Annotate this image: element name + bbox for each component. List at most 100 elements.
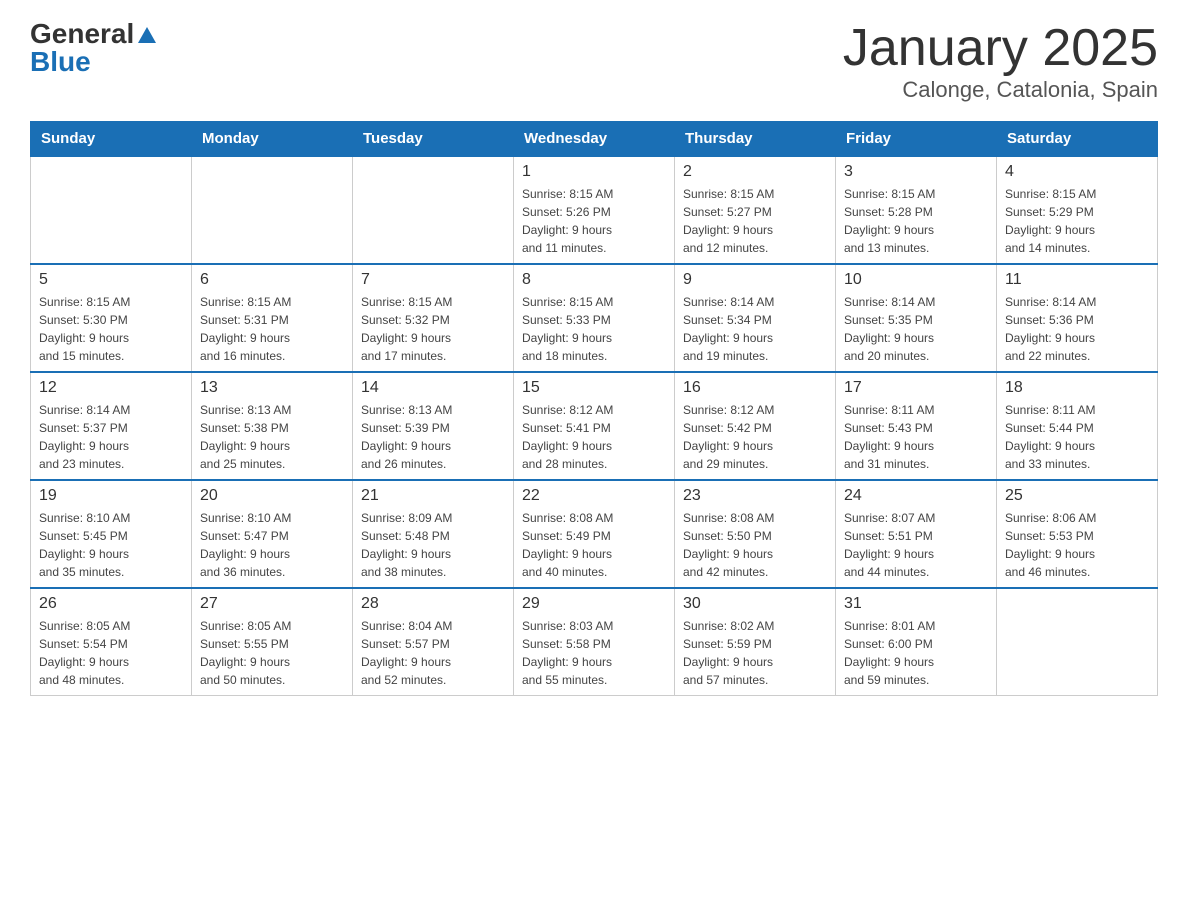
calendar-day-cell: 26 Sunrise: 8:05 AM Sunset: 5:54 PM Dayli… — [31, 588, 192, 696]
day-info: Sunrise: 8:14 AM Sunset: 5:36 PM Dayligh… — [1005, 293, 1149, 365]
day-info: Sunrise: 8:15 AM Sunset: 5:30 PM Dayligh… — [39, 293, 183, 365]
day-info: Sunrise: 8:10 AM Sunset: 5:47 PM Dayligh… — [200, 509, 344, 581]
day-info: Sunrise: 8:15 AM Sunset: 5:31 PM Dayligh… — [200, 293, 344, 365]
calendar-day-header: Sunday — [31, 122, 192, 157]
calendar-day-cell: 1 Sunrise: 8:15 AM Sunset: 5:26 PM Daylig… — [514, 156, 675, 264]
calendar-day-cell: 8 Sunrise: 8:15 AM Sunset: 5:33 PM Daylig… — [514, 264, 675, 372]
calendar-table: SundayMondayTuesdayWednesdayThursdayFrid… — [30, 121, 1158, 696]
calendar-title: January 2025 — [843, 20, 1158, 77]
day-info: Sunrise: 8:10 AM Sunset: 5:45 PM Dayligh… — [39, 509, 183, 581]
calendar-week-row: 12Sunrise: 8:14 AM Sunset: 5:37 PM Dayli… — [31, 372, 1158, 480]
calendar-day-cell: 15Sunrise: 8:12 AM Sunset: 5:41 PM Dayli… — [514, 372, 675, 480]
calendar-day-cell: 24Sunrise: 8:07 AM Sunset: 5:51 PM Dayli… — [836, 480, 997, 588]
day-number: 2 — [683, 163, 827, 181]
logo-blue-text: Blue — [30, 48, 91, 76]
day-info: Sunrise: 8:15 AM Sunset: 5:26 PM Dayligh… — [522, 185, 666, 257]
calendar-week-row: 1 Sunrise: 8:15 AM Sunset: 5:26 PM Daylig… — [31, 156, 1158, 264]
day-number: 6 — [200, 271, 344, 289]
day-number: 26 — [39, 595, 183, 613]
day-info: Sunrise: 8:02 AM Sunset: 5:59 PM Dayligh… — [683, 617, 827, 689]
calendar-day-header: Saturday — [997, 122, 1158, 157]
day-info: Sunrise: 8:11 AM Sunset: 5:43 PM Dayligh… — [844, 401, 988, 473]
day-number: 16 — [683, 379, 827, 397]
day-info: Sunrise: 8:05 AM Sunset: 5:54 PM Dayligh… — [39, 617, 183, 689]
day-number: 9 — [683, 271, 827, 289]
day-number: 12 — [39, 379, 183, 397]
day-number: 22 — [522, 487, 666, 505]
calendar-day-cell: 20 Sunrise: 8:10 AM Sunset: 5:47 PM Dayli… — [192, 480, 353, 588]
calendar-day-cell: 16 Sunrise: 8:12 AM Sunset: 5:42 PM Dayli… — [675, 372, 836, 480]
day-number: 10 — [844, 271, 988, 289]
calendar-week-row: 26 Sunrise: 8:05 AM Sunset: 5:54 PM Dayli… — [31, 588, 1158, 696]
day-info: Sunrise: 8:08 AM Sunset: 5:50 PM Dayligh… — [683, 509, 827, 581]
day-info: Sunrise: 8:15 AM Sunset: 5:27 PM Dayligh… — [683, 185, 827, 257]
day-number: 29 — [522, 595, 666, 613]
calendar-header-row: SundayMondayTuesdayWednesdayThursdayFrid… — [31, 122, 1158, 157]
day-info: Sunrise: 8:09 AM Sunset: 5:48 PM Dayligh… — [361, 509, 505, 581]
calendar-day-cell: 11 Sunrise: 8:14 AM Sunset: 5:36 PM Dayli… — [997, 264, 1158, 372]
calendar-day-header: Thursday — [675, 122, 836, 157]
day-info: Sunrise: 8:15 AM Sunset: 5:32 PM Dayligh… — [361, 293, 505, 365]
day-info: Sunrise: 8:14 AM Sunset: 5:35 PM Dayligh… — [844, 293, 988, 365]
title-block: January 2025 Calonge, Catalonia, Spain — [843, 20, 1158, 103]
day-info: Sunrise: 8:06 AM Sunset: 5:53 PM Dayligh… — [1005, 509, 1149, 581]
day-info: Sunrise: 8:13 AM Sunset: 5:39 PM Dayligh… — [361, 401, 505, 473]
calendar-day-cell: 31 Sunrise: 8:01 AM Sunset: 6:00 PM Dayli… — [836, 588, 997, 696]
day-number: 21 — [361, 487, 505, 505]
calendar-day-cell: 30 Sunrise: 8:02 AM Sunset: 5:59 PM Dayli… — [675, 588, 836, 696]
day-info: Sunrise: 8:13 AM Sunset: 5:38 PM Dayligh… — [200, 401, 344, 473]
calendar-day-header: Friday — [836, 122, 997, 157]
day-info: Sunrise: 8:12 AM Sunset: 5:42 PM Dayligh… — [683, 401, 827, 473]
day-number: 8 — [522, 271, 666, 289]
calendar-day-cell: 14Sunrise: 8:13 AM Sunset: 5:39 PM Dayli… — [353, 372, 514, 480]
calendar-day-cell: 27 Sunrise: 8:05 AM Sunset: 5:55 PM Dayli… — [192, 588, 353, 696]
day-info: Sunrise: 8:15 AM Sunset: 5:33 PM Dayligh… — [522, 293, 666, 365]
calendar-day-cell: 23Sunrise: 8:08 AM Sunset: 5:50 PM Dayli… — [675, 480, 836, 588]
calendar-day-cell: 29 Sunrise: 8:03 AM Sunset: 5:58 PM Dayli… — [514, 588, 675, 696]
calendar-day-header: Tuesday — [353, 122, 514, 157]
day-number: 27 — [200, 595, 344, 613]
day-number: 11 — [1005, 271, 1149, 289]
calendar-day-cell — [192, 156, 353, 264]
calendar-day-cell: 25Sunrise: 8:06 AM Sunset: 5:53 PM Dayli… — [997, 480, 1158, 588]
day-number: 13 — [200, 379, 344, 397]
calendar-week-row: 19 Sunrise: 8:10 AM Sunset: 5:45 PM Dayli… — [31, 480, 1158, 588]
calendar-day-cell: 9 Sunrise: 8:14 AM Sunset: 5:34 PM Daylig… — [675, 264, 836, 372]
day-number: 30 — [683, 595, 827, 613]
calendar-day-cell — [997, 588, 1158, 696]
calendar-day-cell: 12Sunrise: 8:14 AM Sunset: 5:37 PM Dayli… — [31, 372, 192, 480]
day-number: 18 — [1005, 379, 1149, 397]
calendar-day-cell: 18Sunrise: 8:11 AM Sunset: 5:44 PM Dayli… — [997, 372, 1158, 480]
day-number: 7 — [361, 271, 505, 289]
calendar-day-cell: 17Sunrise: 8:11 AM Sunset: 5:43 PM Dayli… — [836, 372, 997, 480]
calendar-day-cell: 2 Sunrise: 8:15 AM Sunset: 5:27 PM Daylig… — [675, 156, 836, 264]
day-number: 31 — [844, 595, 988, 613]
day-info: Sunrise: 8:07 AM Sunset: 5:51 PM Dayligh… — [844, 509, 988, 581]
calendar-day-cell — [31, 156, 192, 264]
calendar-subtitle: Calonge, Catalonia, Spain — [843, 77, 1158, 103]
calendar-day-cell: 10 Sunrise: 8:14 AM Sunset: 5:35 PM Dayli… — [836, 264, 997, 372]
day-number: 20 — [200, 487, 344, 505]
calendar-week-row: 5Sunrise: 8:15 AM Sunset: 5:30 PM Daylig… — [31, 264, 1158, 372]
calendar-day-cell: 4Sunrise: 8:15 AM Sunset: 5:29 PM Daylig… — [997, 156, 1158, 264]
logo: General Blue — [30, 20, 156, 76]
day-number: 19 — [39, 487, 183, 505]
day-number: 4 — [1005, 163, 1149, 181]
page-header: General Blue January 2025 Calonge, Catal… — [30, 20, 1158, 103]
day-info: Sunrise: 8:14 AM Sunset: 5:34 PM Dayligh… — [683, 293, 827, 365]
day-info: Sunrise: 8:15 AM Sunset: 5:28 PM Dayligh… — [844, 185, 988, 257]
day-info: Sunrise: 8:03 AM Sunset: 5:58 PM Dayligh… — [522, 617, 666, 689]
calendar-day-header: Monday — [192, 122, 353, 157]
day-info: Sunrise: 8:05 AM Sunset: 5:55 PM Dayligh… — [200, 617, 344, 689]
day-number: 1 — [522, 163, 666, 181]
calendar-day-header: Wednesday — [514, 122, 675, 157]
calendar-day-cell: 19 Sunrise: 8:10 AM Sunset: 5:45 PM Dayli… — [31, 480, 192, 588]
calendar-day-cell: 13 Sunrise: 8:13 AM Sunset: 5:38 PM Dayli… — [192, 372, 353, 480]
calendar-day-cell: 28Sunrise: 8:04 AM Sunset: 5:57 PM Dayli… — [353, 588, 514, 696]
day-number: 28 — [361, 595, 505, 613]
day-number: 15 — [522, 379, 666, 397]
calendar-day-cell — [353, 156, 514, 264]
calendar-day-cell: 3Sunrise: 8:15 AM Sunset: 5:28 PM Daylig… — [836, 156, 997, 264]
day-info: Sunrise: 8:01 AM Sunset: 6:00 PM Dayligh… — [844, 617, 988, 689]
calendar-day-cell: 21 Sunrise: 8:09 AM Sunset: 5:48 PM Dayli… — [353, 480, 514, 588]
